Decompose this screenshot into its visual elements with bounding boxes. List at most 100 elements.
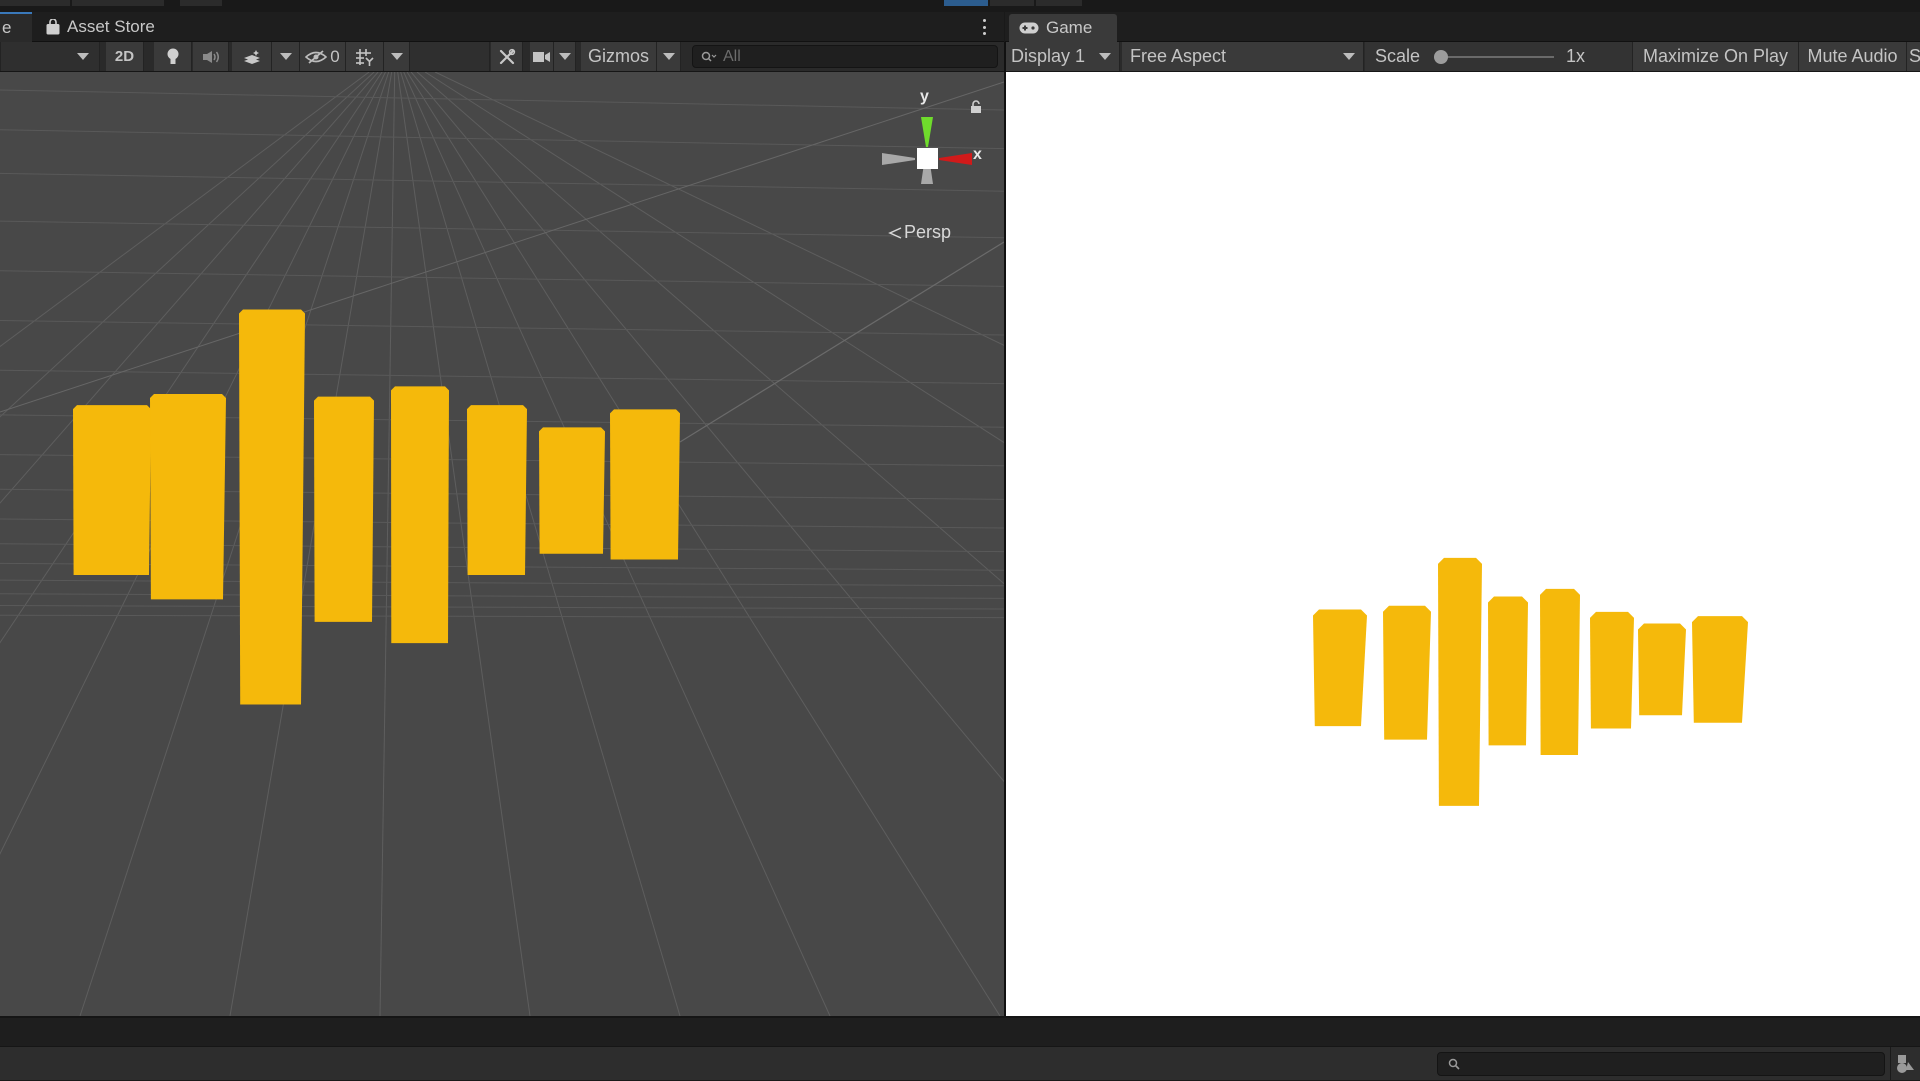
grid-line <box>0 369 1004 385</box>
step-button-partial[interactable] <box>1036 0 1082 6</box>
shapes-icon <box>1896 1055 1914 1073</box>
strip-tab[interactable] <box>0 0 70 6</box>
hidden-objects-toggle[interactable]: 0 <box>300 42 346 71</box>
grid-line <box>0 320 1004 336</box>
gizmos-button[interactable]: Gizmos <box>581 42 657 71</box>
scale-slider[interactable] <box>1434 49 1555 64</box>
projection-toggle[interactable]: Persp <box>888 222 951 243</box>
effects-dropdown[interactable] <box>272 42 300 71</box>
aspect-dropdown[interactable]: Free Aspect <box>1122 42 1364 71</box>
bar-object <box>1692 616 1748 723</box>
lock-icon[interactable] <box>970 100 982 114</box>
bar-object <box>150 394 226 600</box>
bar-object <box>391 386 449 644</box>
grid-line <box>0 605 1004 610</box>
tools-toggle[interactable] <box>491 42 523 71</box>
gizmo-center-cube[interactable] <box>917 148 938 169</box>
scene-search-input[interactable]: All <box>692 45 998 68</box>
perspective-icon <box>888 226 902 239</box>
search-icon <box>701 51 717 63</box>
display-label: Display 1 <box>1011 46 1086 66</box>
gizmos-dropdown[interactable] <box>657 42 681 71</box>
tools-icon <box>498 48 516 66</box>
2d-label: 2D <box>114 48 135 65</box>
mute-audio-label: Mute Audio <box>1807 46 1898 66</box>
chevron-down-icon <box>662 53 675 60</box>
bar-object <box>610 409 680 560</box>
eye-slash-icon <box>305 49 328 64</box>
grid-toggle[interactable] <box>0 42 1 71</box>
gizmos-label: Gizmos <box>587 46 649 66</box>
projection-label: Persp <box>904 222 952 242</box>
x-axis-label: x <box>973 146 982 163</box>
bar-object <box>1313 609 1367 727</box>
filter-by-type-button[interactable] <box>1890 1047 1920 1081</box>
chevron-down-icon <box>279 53 292 60</box>
lighting-toggle[interactable] <box>154 42 192 71</box>
bar-object <box>1540 588 1580 756</box>
camera-icon <box>532 51 551 63</box>
x-axis-cone[interactable] <box>939 153 972 165</box>
scene-view[interactable]: y x Persp <box>0 72 1004 1016</box>
grid-dropdown[interactable] <box>384 42 410 71</box>
tab-asset-store[interactable]: Asset Store <box>36 12 165 42</box>
audio-toggle[interactable] <box>193 42 229 71</box>
bar-object <box>539 427 605 554</box>
orientation-gizmo[interactable]: y x Persp <box>872 84 992 254</box>
game-canvas <box>1313 557 1748 806</box>
speaker-icon <box>202 50 220 64</box>
scene-canvas[interactable] <box>0 72 1004 1016</box>
game-objects <box>1313 557 1748 806</box>
grid-line <box>0 593 1004 599</box>
strip-tab[interactable] <box>72 0 164 6</box>
grid-line <box>0 81 1004 413</box>
toolbar-spacer <box>410 42 490 71</box>
search-placeholder: All <box>723 47 741 65</box>
hidden-count: 0 <box>330 46 340 66</box>
tab-asset-store-label: Asset Store <box>67 17 155 36</box>
scale-slider-track <box>1434 55 1555 58</box>
game-view[interactable] <box>1006 72 1920 1016</box>
shopping-bag-icon <box>46 19 60 35</box>
mute-audio-toggle[interactable]: Mute Audio <box>1799 42 1907 71</box>
neg-x-axis-cone[interactable] <box>882 153 915 165</box>
grid-toggle[interactable] <box>346 42 384 71</box>
pause-button-partial[interactable] <box>990 0 1034 6</box>
2d-toggle-button[interactable]: 2D <box>106 42 144 71</box>
tab-game[interactable]: Game <box>1009 14 1117 42</box>
stats-label: S <box>1909 46 1920 66</box>
bottom-panel-header <box>0 1016 1920 1046</box>
effects-toggle[interactable] <box>232 42 272 71</box>
bar-object <box>1488 596 1528 746</box>
bar-object <box>1383 605 1431 740</box>
grid-line <box>0 172 1004 192</box>
y-axis-cone[interactable] <box>921 117 933 147</box>
draw-mode-dropdown[interactable] <box>0 42 100 71</box>
tab-scene[interactable]: e <box>0 12 32 42</box>
strip-tab[interactable] <box>180 0 222 6</box>
stats-toggle[interactable]: S <box>1907 42 1920 71</box>
play-button-partial[interactable] <box>944 0 988 6</box>
grid-line <box>0 614 1004 619</box>
scale-slider-thumb[interactable] <box>1434 49 1449 64</box>
maximize-on-play-label: Maximize On Play <box>1642 46 1789 66</box>
bottom-toolbar <box>0 1046 1920 1081</box>
display-dropdown[interactable]: Display 1 <box>1005 42 1120 71</box>
maximize-on-play-toggle[interactable]: Maximize On Play <box>1633 42 1799 71</box>
camera-toggle[interactable] <box>530 42 554 71</box>
camera-dropdown[interactable] <box>554 42 576 71</box>
bar-object <box>1438 557 1482 806</box>
y-axis-label: y <box>920 88 929 105</box>
chevron-down-icon <box>1099 53 1111 60</box>
bottom-search-input[interactable] <box>1437 1052 1885 1076</box>
scene-toolbar: 2D 0 Gizmos All <box>0 42 1004 72</box>
tab-scene-label: e <box>2 18 12 37</box>
more-options-icon[interactable] <box>978 17 990 37</box>
grid-icon <box>355 48 375 66</box>
grid-line <box>0 579 1004 587</box>
bar-object <box>314 396 374 622</box>
scale-label: Scale <box>1375 46 1421 66</box>
scene-tab-bar: e Asset Store <box>0 12 1004 42</box>
chevron-down-icon <box>390 53 403 60</box>
lightbulb-icon <box>166 48 180 66</box>
